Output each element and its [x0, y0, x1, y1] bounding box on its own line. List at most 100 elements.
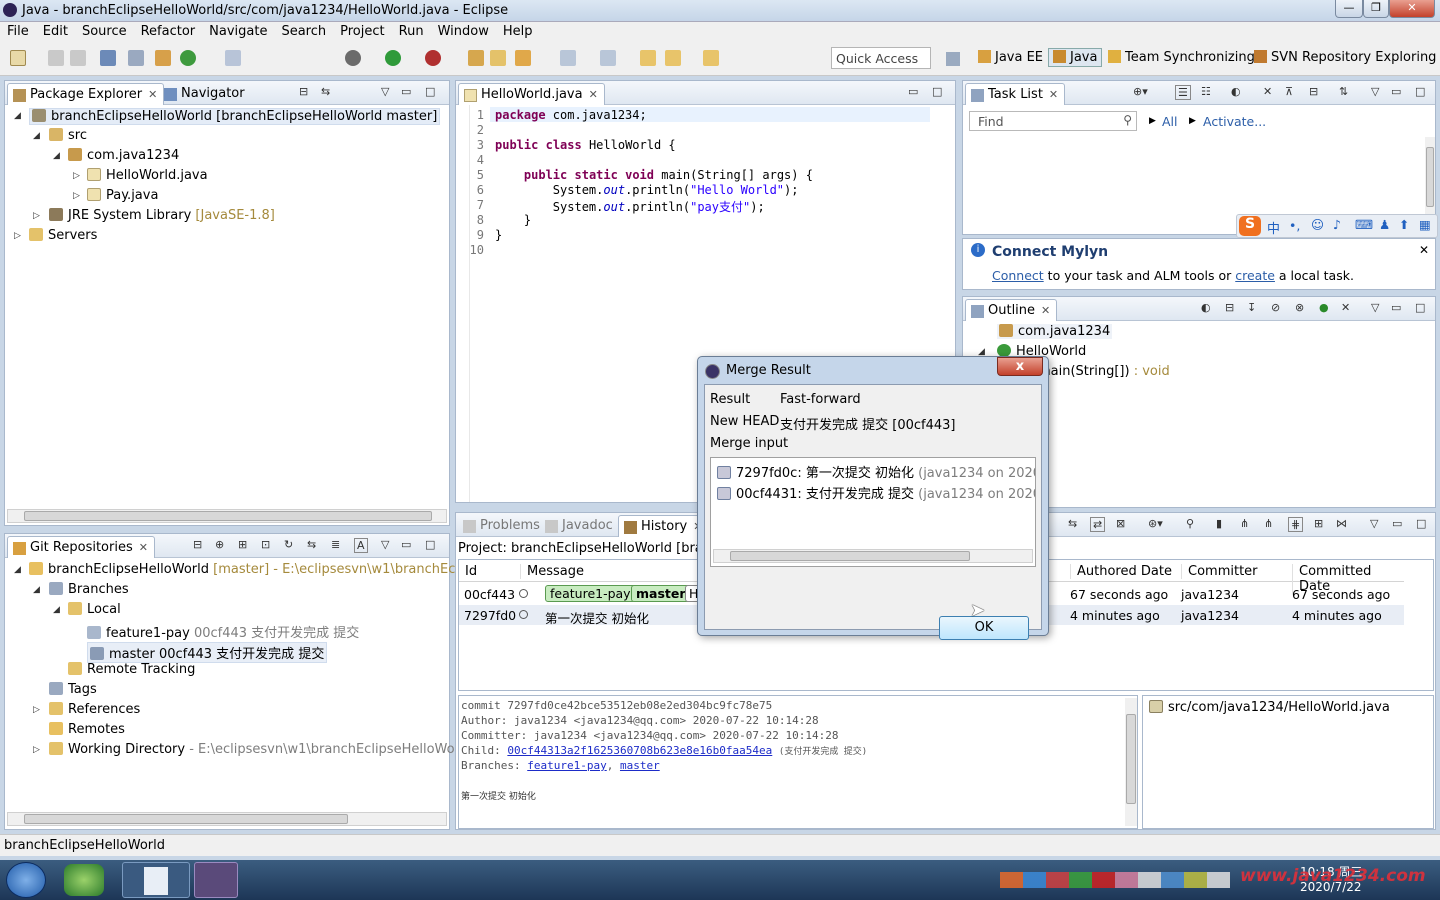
dialog-close-button[interactable]: x: [997, 357, 1043, 376]
last-edit-icon[interactable]: [640, 50, 656, 66]
find-icon[interactable]: ⚲: [1186, 517, 1194, 530]
branch-link-feature[interactable]: feature1-pay: [527, 759, 606, 772]
compare-mode-icon[interactable]: ⇄: [1090, 517, 1106, 532]
close-icon[interactable]: ✕: [139, 541, 148, 554]
code-line-8[interactable]: }: [495, 213, 531, 227]
back-icon[interactable]: [665, 50, 681, 66]
expand-arrow-icon[interactable]: ◢: [53, 605, 60, 615]
mylyn-connect-link[interactable]: Connect: [992, 268, 1044, 283]
forward-icon[interactable]: [703, 50, 719, 66]
commit-details[interactable]: commit 7297fd0ce42bce53512eb08e2ed304bc9…: [458, 695, 1138, 829]
prev-annotation-icon[interactable]: [600, 50, 616, 66]
link-selection-icon[interactable]: ⇆: [307, 538, 316, 551]
collapse-all-icon[interactable]: ⊟: [1225, 301, 1234, 314]
filter-icon[interactable]: ≣: [331, 538, 340, 551]
code-line-7[interactable]: System.out.println("pay支付");: [495, 198, 765, 215]
start-button[interactable]: [6, 862, 46, 898]
git-graph-icon[interactable]: ⋈: [1336, 517, 1347, 530]
col-message[interactable]: Message: [520, 564, 584, 579]
view-menu-icon[interactable]: ▽: [1370, 517, 1378, 530]
run-icon[interactable]: [385, 50, 401, 66]
close-icon[interactable]: ✕: [1041, 304, 1050, 317]
minimize-view-icon[interactable]: ▭: [401, 85, 411, 98]
save-icon[interactable]: [48, 50, 64, 66]
git-remote-tracking[interactable]: Remote Tracking: [68, 662, 195, 677]
package-explorer-scrollbar[interactable]: [7, 509, 447, 523]
show-branches-icon[interactable]: ⋔: [1240, 517, 1249, 530]
mylyn-create-link[interactable]: create: [1235, 268, 1275, 283]
git-repo-node[interactable]: branchEclipseHelloWorld [master] - E:\ec…: [29, 562, 495, 577]
pin-icon[interactable]: ⊠: [1116, 517, 1125, 530]
categorized-icon[interactable]: ☰: [1175, 85, 1191, 100]
collapse-arrow-icon[interactable]: ▷: [33, 705, 40, 715]
taskbar-app-icon[interactable]: [122, 862, 190, 898]
menu-file[interactable]: File: [0, 22, 36, 39]
expand-arrow-icon[interactable]: ◢: [33, 585, 40, 595]
tab-package-explorer[interactable]: Package Explorer ✕: [7, 83, 165, 105]
view-mode-icon[interactable]: A: [354, 538, 368, 553]
new-icon[interactable]: [10, 50, 26, 66]
scrollbar-thumb[interactable]: [1126, 714, 1136, 804]
collapse-all-icon[interactable]: ⊟: [1309, 85, 1318, 98]
open-type-icon[interactable]: [468, 50, 484, 66]
minimize-view-icon[interactable]: ▭: [1391, 301, 1401, 314]
menu-run[interactable]: Run: [392, 22, 431, 39]
collapse-all-icon[interactable]: ⊟: [299, 85, 308, 98]
tray-icons[interactable]: [1000, 872, 1230, 888]
taskbar-eclipse-icon[interactable]: [194, 862, 238, 898]
view-menu-icon[interactable]: ▽: [381, 85, 389, 98]
task-activate-link[interactable]: Activate...: [1203, 114, 1266, 129]
menu-edit[interactable]: Edit: [36, 22, 75, 39]
maximize-view-icon[interactable]: □: [425, 538, 435, 551]
scrollbar-thumb[interactable]: [730, 551, 970, 561]
menu-refactor[interactable]: Refactor: [134, 22, 203, 39]
focus-icon[interactable]: ◐: [1231, 85, 1241, 98]
outline-package[interactable]: com.java1234: [997, 324, 1113, 339]
ime-tools-icon[interactable]: ▦: [1419, 217, 1431, 232]
sort-icon[interactable]: ↧: [1247, 301, 1256, 314]
ime-emoji-icon[interactable]: ☺: [1311, 217, 1324, 232]
search-toolbar-icon[interactable]: [515, 50, 531, 66]
show-tags-icon[interactable]: ⋔: [1264, 517, 1273, 530]
tab-helloworld-java[interactable]: HelloWorld.java ✕: [458, 83, 605, 105]
git-tags[interactable]: Tags: [49, 682, 97, 697]
git-remotes[interactable]: Remotes: [49, 722, 125, 737]
save-all-icon[interactable]: [70, 50, 86, 66]
git-branch-master[interactable]: master 00cf443 支付开发完成 提交: [87, 642, 328, 663]
perspective-team-sync[interactable]: Team Synchronizing: [1108, 50, 1255, 65]
code-line-1[interactable]: package com.java1234;: [495, 108, 647, 122]
code-line-3[interactable]: public class HelloWorld {: [495, 138, 676, 152]
collapse-all-icon[interactable]: ⊟: [193, 538, 202, 551]
debug-icon[interactable]: [345, 50, 361, 66]
ime-voice-icon[interactable]: ♪: [1333, 217, 1341, 232]
console-icon[interactable]: [100, 50, 116, 66]
ime-user-icon[interactable]: ♟: [1379, 217, 1390, 232]
focus-icon[interactable]: ◐: [1201, 301, 1211, 314]
create-repo-icon[interactable]: ⊡: [261, 538, 270, 551]
add-repo-icon[interactable]: ⊞: [238, 538, 247, 551]
link-editor-icon[interactable]: ⇆: [1068, 517, 1077, 530]
git-branches-node[interactable]: Branches: [49, 582, 129, 597]
expand-arrow-icon[interactable]: ◢: [14, 565, 21, 575]
scrollbar-thumb[interactable]: [24, 511, 432, 521]
view-menu-icon[interactable]: ▽: [381, 538, 389, 551]
view-menu-icon[interactable]: ▽: [1371, 85, 1379, 98]
scheduled-icon[interactable]: ☷: [1201, 85, 1211, 98]
git-working-dir[interactable]: Working Directory - E:\eclipsesvn\w1\bra…: [49, 742, 472, 757]
tab-task-list[interactable]: Task List ✕: [965, 83, 1066, 105]
tab-outline[interactable]: Outline ✕: [965, 299, 1058, 321]
build-icon[interactable]: [155, 50, 171, 66]
refresh-icon[interactable]: [180, 50, 196, 66]
skip-breakpoints-icon[interactable]: [128, 50, 144, 66]
maximize-view-icon[interactable]: □: [1416, 517, 1426, 530]
expand-arrow-icon[interactable]: ◢: [53, 151, 60, 161]
code-line-5[interactable]: public static void main(String[] args) {: [495, 168, 813, 182]
menu-window[interactable]: Window: [431, 22, 496, 39]
open-perspective-icon[interactable]: [946, 52, 960, 66]
open-folder-icon[interactable]: [490, 50, 506, 66]
git-branch-feature[interactable]: feature1-pay 00cf443 支付开发完成 提交: [87, 622, 359, 641]
menu-navigate[interactable]: Navigate: [202, 22, 274, 39]
link-editor-icon[interactable]: ⇆: [321, 85, 330, 98]
changed-file-item[interactable]: src/com/java1234/HelloWorld.java: [1149, 700, 1390, 715]
maximize-view-icon[interactable]: □: [1415, 85, 1425, 98]
